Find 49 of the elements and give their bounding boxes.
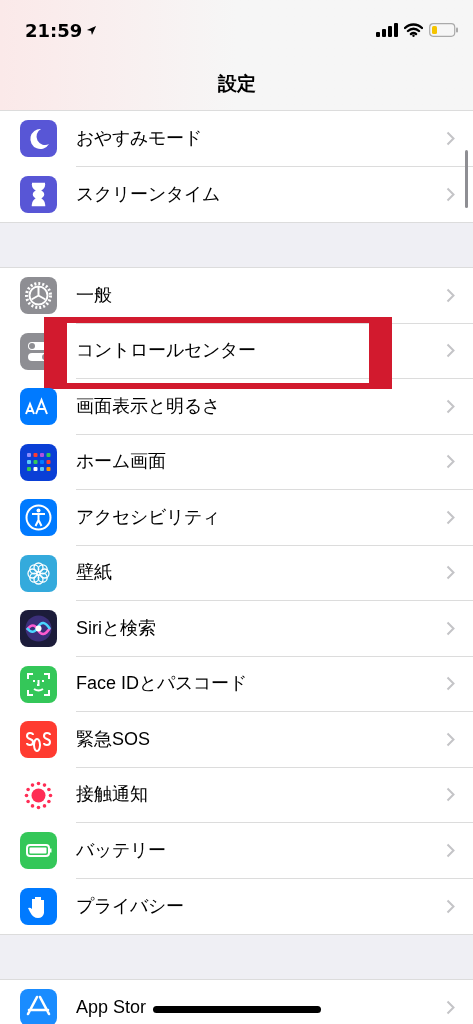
menu-item-label[interactable]: Face IDとパスコード [76, 670, 446, 698]
battery-icon [429, 23, 459, 37]
chevron-icon [446, 343, 455, 359]
gear-icon [20, 277, 57, 315]
chevron-icon [446, 731, 455, 747]
menu-item-label[interactable]: 壁紙 [76, 559, 446, 587]
app-grid-icon [20, 443, 57, 481]
chevron-icon [446, 565, 455, 581]
chevron-icon [446, 898, 455, 914]
menu-item-label[interactable]: アクセシビリティ [76, 503, 446, 531]
accessibility-icon [20, 499, 57, 537]
menu-item-label[interactable]: おやすみモード [76, 124, 446, 152]
face-scan-icon [20, 665, 57, 703]
menu-item-label[interactable]: コントロールセンター [76, 337, 446, 365]
chevron-icon [446, 186, 455, 202]
menu-item-label[interactable]: 画面表示と明るさ [76, 392, 446, 420]
chevron-icon [446, 676, 455, 692]
chevron-icon [446, 454, 455, 470]
hand-icon [20, 887, 57, 925]
wifi-icon [404, 23, 423, 37]
menu-item-label[interactable]: ホーム画面 [76, 448, 446, 476]
chevron-icon [446, 130, 455, 146]
chevron-icon [446, 287, 455, 303]
chevron-icon [446, 787, 455, 803]
toggles-icon [20, 332, 44, 370]
chevron-icon [446, 620, 455, 636]
menu-item-label[interactable]: プライバシー [76, 892, 446, 920]
chevron-icon [446, 509, 455, 525]
menu-item-label[interactable]: Siriと検索 [76, 614, 446, 642]
moon-icon [20, 120, 57, 158]
screen-title: 設定 [217, 70, 256, 96]
menu-item-label[interactable]: 接触通知 [76, 781, 446, 809]
status-time: 21:59 [25, 18, 83, 43]
sos-icon [20, 721, 57, 759]
menu-item-label[interactable]: スクリーンタイム [76, 180, 446, 208]
hourglass-icon [20, 175, 57, 213]
orb-icon [20, 610, 57, 648]
chevron-icon [446, 398, 455, 414]
menu-item-label[interactable]: 一般 [76, 281, 446, 309]
menu-item-label[interactable]: 緊急SOS [76, 725, 446, 753]
battery-icon [20, 832, 57, 870]
chevron-icon [446, 1000, 455, 1016]
chevron-icon [446, 842, 455, 858]
scroll-indicator [465, 150, 468, 208]
text-size-icon [20, 388, 57, 426]
location-arrow-icon [86, 24, 98, 36]
signal-icon [376, 23, 398, 37]
flower-icon [20, 554, 57, 592]
menu-item-label[interactable]: バッテリー [76, 836, 446, 864]
